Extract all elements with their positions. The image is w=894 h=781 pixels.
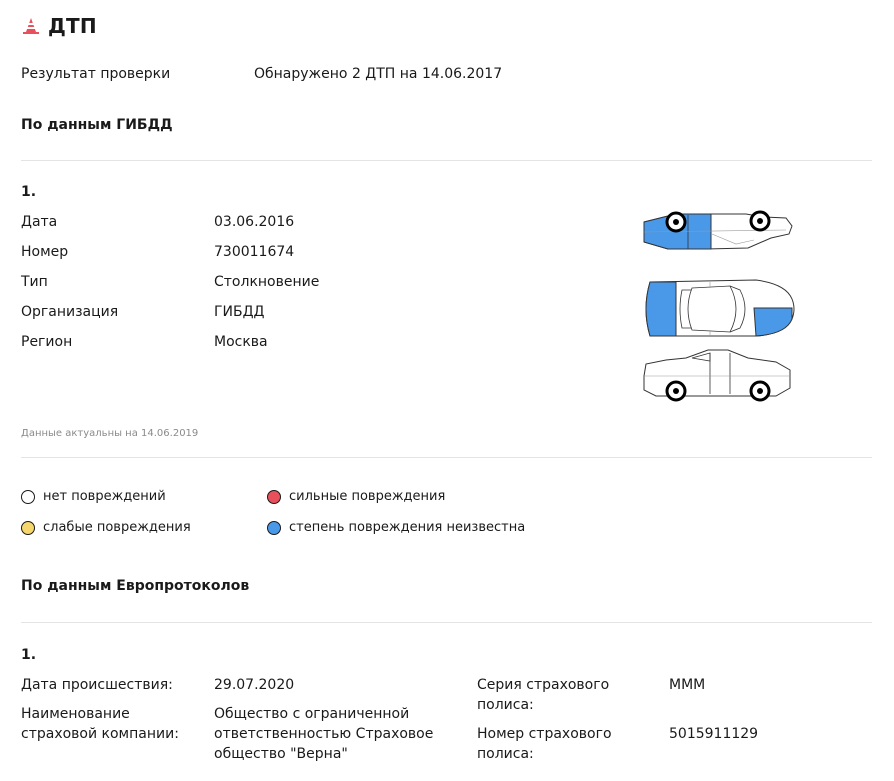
car-damage-diagram [643, 210, 795, 402]
euro-date-value: 29.07.2020 [214, 677, 295, 693]
title-text: ДТП [48, 14, 97, 38]
divider [21, 160, 872, 161]
euro-number-label: Номер страхового полиса: [477, 726, 612, 762]
gibdd-index: 1. [21, 184, 37, 200]
gibdd-heading: По данным ГИБДД [21, 117, 173, 133]
row-value-date: 03.06.2016 [214, 214, 295, 230]
car-side-bottom [643, 349, 791, 402]
result-value: Обнаружено 2 ДТП на 14.06.2017 [254, 66, 503, 82]
legend-dot-strong [267, 489, 281, 504]
car-side-top [643, 210, 793, 250]
legend-dot-none [21, 489, 35, 504]
legend-unknown: степень повреждения неизвестна [267, 520, 525, 535]
legend-label: слабые повреждения [43, 520, 191, 535]
legend-dot-light [21, 520, 35, 535]
page-title: ДТП [22, 14, 97, 38]
euro-date-label: Дата происшествия: [21, 677, 173, 693]
result-label: Результат проверки [21, 66, 171, 82]
row-label-number: Номер [21, 244, 69, 260]
row-label-region: Регион [21, 334, 73, 350]
legend-none: нет повреждений [21, 489, 166, 504]
euro-series-label: Серия страхового полиса: [477, 677, 610, 713]
legend-dot-unknown [267, 520, 281, 535]
row-label-date: Дата [21, 214, 58, 230]
euro-number-value: 5015911129 [669, 726, 759, 742]
legend-light: слабые повреждения [21, 520, 191, 535]
row-value-number: 730011674 [214, 244, 295, 260]
car-top-view [645, 279, 795, 337]
row-label-org: Организация [21, 304, 119, 320]
traffic-cone-icon [23, 18, 39, 34]
row-value-type: Столкновение [214, 274, 320, 290]
legend-label: степень повреждения неизвестна [289, 520, 526, 535]
row-value-org: ГИБДД [214, 304, 265, 320]
row-label-type: Тип [21, 274, 48, 290]
legend-strong: сильные повреждения [267, 489, 445, 504]
row-value-region: Москва [214, 334, 268, 350]
data-actual-note: Данные актуальны на 14.06.2019 [21, 428, 199, 439]
euro-company-label: Наименование страховой компании: [21, 706, 179, 742]
euro-company-value: Общество с ограниченной ответственностью… [214, 706, 434, 762]
divider [21, 457, 872, 458]
euro-series-value: МММ [669, 677, 706, 693]
legend-label: нет повреждений [43, 489, 166, 504]
divider [21, 622, 872, 623]
euro-index: 1. [21, 647, 37, 663]
euro-heading: По данным Европротоколов [21, 578, 250, 594]
legend-label: сильные повреждения [289, 489, 446, 504]
